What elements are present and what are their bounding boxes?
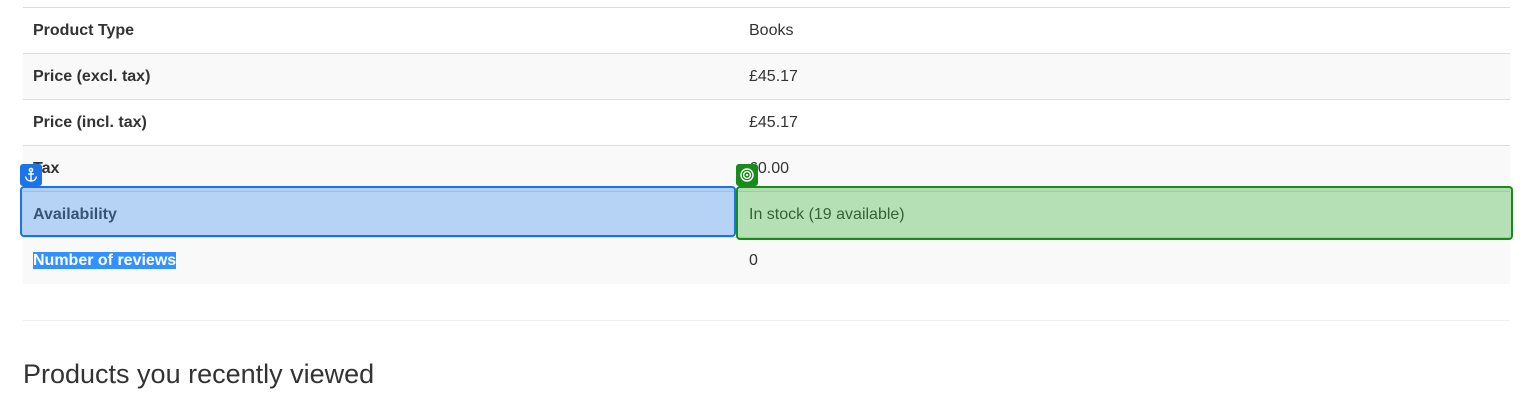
product-information-table: Product Type Books Price (excl. tax) £45… <box>23 7 1510 284</box>
page: Product Type Books Price (excl. tax) £45… <box>0 0 1533 408</box>
row-value-tax: £0.00 <box>739 145 1510 192</box>
row-label-tax: Tax <box>23 145 739 192</box>
row-label-number-of-reviews: Number of reviews <box>23 237 739 284</box>
recently-viewed-heading: Products you recently viewed <box>23 359 375 389</box>
table-row: Product Type Books <box>23 7 1510 54</box>
row-value-price-incl-tax: £45.17 <box>739 99 1510 146</box>
table-row: Number of reviews 0 <box>23 237 1510 284</box>
table-row: Availability In stock (19 available) <box>23 191 1510 238</box>
row-label-availability: Availability <box>23 191 739 238</box>
row-label-price-excl-tax: Price (excl. tax) <box>23 53 739 100</box>
row-value-number-of-reviews: 0 <box>739 237 1510 284</box>
row-value-price-excl-tax: £45.17 <box>739 53 1510 100</box>
selected-text[interactable]: Number of reviews <box>33 251 177 269</box>
table-row: Price (incl. tax) £45.17 <box>23 99 1510 146</box>
section-divider <box>23 320 1510 321</box>
row-label-price-incl-tax: Price (incl. tax) <box>23 99 739 146</box>
table-row: Price (excl. tax) £45.17 <box>23 53 1510 100</box>
target-icon <box>736 164 758 186</box>
anchor-icon <box>20 164 42 186</box>
row-label-product-type: Product Type <box>23 7 739 54</box>
row-value-availability: In stock (19 available) <box>739 191 1510 238</box>
table-row: Tax £0.00 <box>23 145 1510 192</box>
row-value-product-type: Books <box>739 7 1510 54</box>
